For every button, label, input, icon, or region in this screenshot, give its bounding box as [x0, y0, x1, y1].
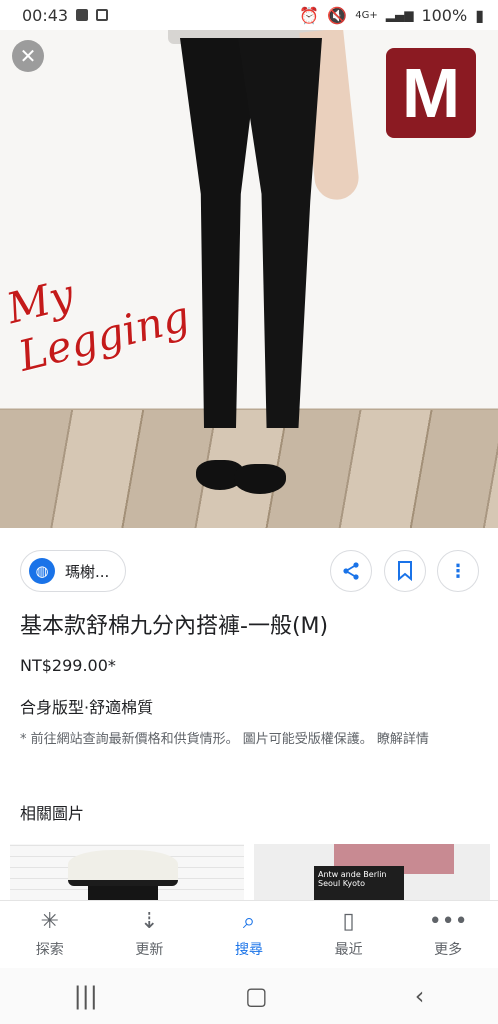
nav-more[interactable]: ••• 更多 — [398, 901, 498, 968]
search-icon: ⌕ — [242, 908, 256, 934]
home-icon[interactable]: ▢ — [245, 982, 268, 1010]
product-image[interactable]: M My Legging — [0, 30, 498, 528]
signal-icon: ▂▄▆ — [385, 8, 414, 22]
network-type: 4G+ — [355, 9, 378, 21]
recent-icon: ▯ — [342, 908, 355, 934]
related-image-1[interactable] — [10, 844, 244, 900]
inbox-icon: ⇣ — [140, 908, 159, 934]
status-bar: 00:43 ⏰ 🔇 4G+ ▂▄▆ 100% ▮ — [0, 0, 498, 30]
brand-logo: M — [386, 48, 476, 138]
more-options-button[interactable]: ⋮ — [437, 550, 479, 592]
storage-icon — [96, 9, 109, 21]
status-left: 00:43 — [22, 5, 109, 25]
nav-search-label: 搜尋 — [234, 941, 263, 958]
save-button[interactable] — [384, 550, 426, 592]
source-label: 瑪榭... — [65, 562, 110, 581]
skirt-shape — [68, 850, 178, 886]
price-disclaimer: * 前往網站查詢最新價格和供貨情形。 圖片可能受版權保護。 瞭解詳情 — [20, 728, 482, 752]
share-icon — [343, 562, 359, 580]
nav-search[interactable]: ⌕ 搜尋 — [199, 901, 299, 968]
source-website-chip[interactable]: ◍ 瑪榭... — [20, 550, 127, 592]
learn-more-link[interactable]: 瞭解詳情 — [377, 732, 429, 747]
nav-updates[interactable]: ⇣ 更新 — [100, 901, 200, 968]
printed-pants: Antw ande Berlin Seoul Kyoto — [314, 866, 404, 900]
disclaimer-text: * 前往網站查詢最新價格和供貨情形。 圖片可能受版權保護。 — [20, 732, 373, 747]
battery-icon: ▮ — [475, 5, 484, 25]
asterisk-icon: ✳ — [40, 908, 60, 934]
bottom-navigation: ✳ 探索 ⇣ 更新 ⌕ 搜尋 ▯ 最近 ••• 更多 — [0, 900, 498, 968]
nav-updates-label: 更新 — [135, 941, 164, 958]
share-button[interactable] — [330, 550, 372, 592]
bookmark-icon — [398, 561, 412, 581]
back-icon[interactable]: ‹ — [415, 982, 425, 1010]
status-right: ⏰ 🔇 4G+ ▂▄▆ 100% ▮ — [299, 6, 484, 25]
nav-recent[interactable]: ▯ 最近 — [299, 901, 399, 968]
nav-more-label: 更多 — [434, 941, 463, 958]
right-shoe — [234, 464, 286, 494]
vertical-dots-icon: ⋮ — [449, 560, 467, 582]
product-description: 合身版型·舒適棉質 — [20, 698, 154, 717]
more-icon: ••• — [428, 908, 468, 934]
recent-apps-icon[interactable]: ||| — [74, 982, 98, 1010]
nav-discover[interactable]: ✳ 探索 — [0, 901, 100, 968]
product-title: 基本款舒棉九分內搭褲-一般(M) — [20, 614, 329, 639]
status-time: 00:43 — [22, 5, 69, 25]
model-right-leg — [238, 38, 322, 428]
related-images-heading: 相關圖片 — [20, 804, 85, 823]
battery-level: 100% — [421, 5, 468, 25]
globe-icon: ◍ — [29, 558, 55, 584]
system-navigation-bar: ||| ▢ ‹ — [0, 968, 498, 1024]
product-price: NT$299.00* — [20, 656, 116, 675]
alarm-icon: ⏰ — [299, 5, 320, 25]
legs-shape — [88, 886, 158, 900]
nav-recent-label: 最近 — [334, 941, 363, 958]
close-icon[interactable]: ✕ — [12, 40, 44, 72]
nav-discover-label: 探索 — [35, 941, 64, 958]
notification-check-icon — [76, 9, 89, 21]
related-image-2[interactable]: Antw ande Berlin Seoul Kyoto — [254, 844, 490, 900]
mute-icon: 🔇 — [327, 5, 348, 25]
